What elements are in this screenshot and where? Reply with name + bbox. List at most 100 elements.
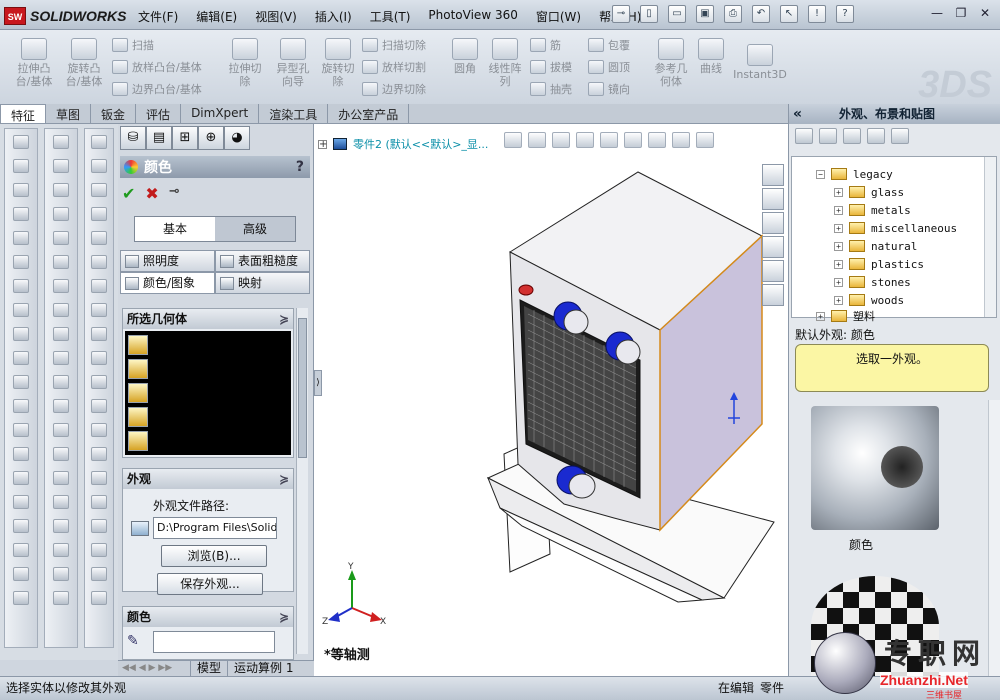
- ok-button[interactable]: ✔: [122, 184, 135, 203]
- restore-icon[interactable]: ❐: [952, 6, 970, 22]
- tool-icon[interactable]: [13, 375, 29, 389]
- menu-window[interactable]: 窗口(W): [536, 8, 581, 25]
- tool-icon[interactable]: [91, 279, 107, 293]
- tool-icon[interactable]: [53, 327, 69, 341]
- tool-icon[interactable]: [53, 207, 69, 221]
- tool-icon[interactable]: [91, 183, 107, 197]
- tool-icon[interactable]: [91, 495, 107, 509]
- tree-node-miscellaneous[interactable]: + miscellaneous: [834, 219, 957, 237]
- open-icon[interactable]: ▭: [668, 5, 686, 23]
- tab-render-tools[interactable]: 渲染工具: [259, 104, 329, 123]
- tool-icon[interactable]: [91, 303, 107, 317]
- dome-button[interactable]: 圆顶: [588, 58, 630, 76]
- revolve-cut-button[interactable]: 旋转切 除: [316, 38, 360, 88]
- sweep-button[interactable]: 扫描: [112, 36, 154, 54]
- tool-icon[interactable]: [13, 159, 29, 173]
- collapse-icon[interactable]: ≽: [279, 469, 289, 489]
- rib-button[interactable]: 筋: [530, 36, 561, 54]
- minimize-icon[interactable]: —: [928, 6, 946, 22]
- tool-icon[interactable]: [53, 135, 69, 149]
- tool-icon[interactable]: [53, 303, 69, 317]
- clear-selection-icon[interactable]: [128, 431, 148, 451]
- appearances-tab-icon[interactable]: [762, 260, 784, 282]
- tool-icon[interactable]: [53, 159, 69, 173]
- tab-features[interactable]: 特征: [0, 104, 47, 123]
- select-part-icon[interactable]: [128, 335, 148, 355]
- eyedropper-icon[interactable]: ✎: [127, 633, 139, 649]
- tree-node-legacy[interactable]: − legacy: [816, 165, 893, 183]
- tool-icon[interactable]: [53, 399, 69, 413]
- tool-icon[interactable]: [53, 183, 69, 197]
- panel-collapse-handle[interactable]: ⟩: [314, 370, 322, 396]
- select-icon[interactable]: ↖: [780, 5, 798, 23]
- tool-icon[interactable]: [53, 447, 69, 461]
- close-icon[interactable]: ✕: [976, 6, 994, 22]
- tree-node-glass[interactable]: + glass: [834, 183, 904, 201]
- graphics-area[interactable]: + 零件2 (默认<<默认>_显... Y X Z *等轴测 ⟩: [314, 124, 788, 676]
- display-manager-tab-icon[interactable]: ◕: [224, 126, 250, 150]
- pm-scrollbar[interactable]: [296, 308, 308, 654]
- tool-icon[interactable]: [13, 255, 29, 269]
- expand-toggle-icon[interactable]: +: [834, 205, 843, 215]
- tool-icon[interactable]: [13, 495, 29, 509]
- advanced-mode-button[interactable]: 高级: [215, 217, 295, 241]
- tab-dimxpert[interactable]: DimXpert: [181, 104, 260, 123]
- tool-icon[interactable]: [91, 399, 107, 413]
- tab-mapping[interactable]: 映射: [215, 272, 310, 294]
- tool-icon[interactable]: [91, 447, 107, 461]
- tab-motion-study[interactable]: 运动算例 1: [227, 661, 299, 676]
- help-button[interactable]: ?: [296, 159, 304, 175]
- tool-icon[interactable]: [13, 303, 29, 317]
- up-folder-icon[interactable]: [891, 128, 909, 144]
- help-icon[interactable]: ?: [836, 5, 854, 23]
- extrude-cut-button[interactable]: 拉伸切 除: [222, 38, 268, 88]
- tool-icon[interactable]: [91, 351, 107, 365]
- expand-toggle-icon[interactable]: +: [834, 187, 843, 197]
- mirror-button[interactable]: 镜向: [588, 80, 630, 98]
- file-explorer-tab-icon[interactable]: [762, 212, 784, 234]
- instant3d-button[interactable]: Instant3D: [732, 44, 788, 81]
- select-feature-icon[interactable]: [128, 383, 148, 403]
- view-palette-tab-icon[interactable]: [762, 236, 784, 258]
- tool-icon[interactable]: [91, 423, 107, 437]
- configuration-manager-tab-icon[interactable]: ⊞: [172, 126, 198, 150]
- extrude-boss-button[interactable]: 拉伸凸 台/基体: [12, 38, 56, 88]
- selected-geometry-header[interactable]: 所选几何体 ≽: [123, 309, 293, 329]
- appearance-swatch-color[interactable]: [811, 406, 939, 530]
- menu-file[interactable]: 文件(F): [138, 8, 178, 25]
- tree-node-plastics[interactable]: + plastics: [834, 255, 924, 273]
- tool-icon[interactable]: [13, 279, 29, 293]
- tool-icon[interactable]: [53, 351, 69, 365]
- save-icon[interactable]: ▣: [696, 5, 714, 23]
- home-tab-icon[interactable]: [762, 164, 784, 186]
- tool-icon[interactable]: [91, 255, 107, 269]
- tool-icon[interactable]: [91, 519, 107, 533]
- linear-pattern-button[interactable]: 线性阵 列: [484, 38, 526, 88]
- undo-icon[interactable]: ↶: [752, 5, 770, 23]
- tree-node-natural[interactable]: + natural: [834, 237, 917, 255]
- tool-icon[interactable]: [13, 351, 29, 365]
- revolve-boss-button[interactable]: 旋转凸 台/基体: [62, 38, 106, 88]
- property-manager-tab-icon[interactable]: ▤: [146, 126, 172, 150]
- dimxpert-manager-tab-icon[interactable]: ⊕: [198, 126, 224, 150]
- pin-button[interactable]: ⊸: [169, 184, 180, 203]
- tool-icon[interactable]: [91, 135, 107, 149]
- new-document-icon[interactable]: ▯: [640, 5, 658, 23]
- select-face-icon[interactable]: [128, 407, 148, 427]
- refresh-icon[interactable]: [867, 128, 885, 144]
- loft-cut-button[interactable]: 放样切割: [362, 58, 426, 76]
- sweep-cut-button[interactable]: 扫描切除: [362, 36, 426, 54]
- menu-edit[interactable]: 编辑(E): [196, 8, 237, 25]
- tree-scrollbar[interactable]: [984, 157, 996, 317]
- tool-icon[interactable]: [13, 543, 29, 557]
- app-logo[interactable]: SW SOLIDWORKS: [4, 6, 126, 26]
- tool-icon[interactable]: [13, 399, 29, 413]
- tree-node-plastic-cn[interactable]: + 塑料: [816, 307, 875, 325]
- menu-insert[interactable]: 插入(I): [315, 8, 352, 25]
- tool-icon[interactable]: [53, 543, 69, 557]
- loft-boss-button[interactable]: 放样凸台/基体: [112, 58, 202, 76]
- basic-mode-button[interactable]: 基本: [135, 217, 215, 241]
- tab-lighting[interactable]: 照明度: [120, 250, 215, 272]
- color-field[interactable]: [153, 631, 275, 653]
- add-folder-icon[interactable]: [819, 128, 837, 144]
